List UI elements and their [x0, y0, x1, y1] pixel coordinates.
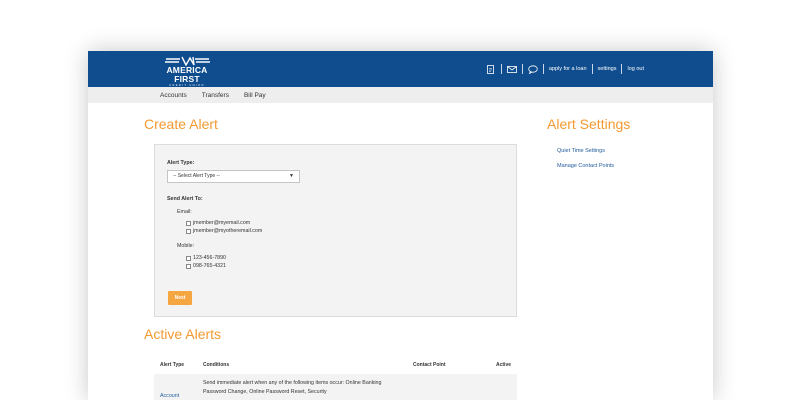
alert-settings-title: Alert Settings: [547, 116, 631, 132]
nav-accounts[interactable]: Accounts: [160, 92, 187, 99]
alert-conditions: Send immediate alert when any of the fol…: [203, 380, 382, 395]
column-header-contact-point: Contact Point: [413, 362, 446, 368]
alert-type-label: Alert Type:: [167, 160, 195, 166]
divider: [621, 64, 623, 74]
table-header: Alert Type Conditions Contact Point Acti…: [154, 359, 517, 371]
email-checkbox[interactable]: [186, 228, 191, 234]
email-checkbox[interactable]: [186, 220, 191, 226]
mobile-number: 098-765-4321: [193, 263, 226, 269]
nav-transfers[interactable]: Transfers: [202, 92, 229, 99]
logout-link[interactable]: log out: [627, 66, 644, 72]
divider: [500, 64, 502, 74]
mobile-checkbox[interactable]: [186, 255, 191, 261]
next-button[interactable]: Next: [168, 291, 192, 305]
quiet-time-settings-link[interactable]: Quiet Time Settings: [557, 144, 614, 159]
mobile-number: 123-456-7890: [193, 255, 226, 261]
mobile-label: Mobile:: [177, 243, 195, 249]
chat-icon[interactable]: [528, 64, 538, 74]
alert-settings-links: Quiet Time Settings Manage Contact Point…: [557, 144, 614, 174]
divider: [591, 64, 593, 74]
email-label: Email:: [177, 209, 192, 215]
column-header-active: Active: [496, 362, 512, 368]
create-alert-form: Alert Type: -- Select Alert Type -- ▼ Se…: [154, 144, 517, 317]
document-icon[interactable]: [486, 64, 496, 74]
column-header-alert-type: Alert Type: [160, 362, 185, 368]
mobile-option[interactable]: 123-456-7890: [186, 255, 226, 261]
caret-down-icon: ▼: [289, 173, 294, 179]
email-option[interactable]: jmember@myotheremail.com: [186, 228, 262, 234]
alert-type-select[interactable]: -- Select Alert Type -- ▼: [167, 170, 300, 183]
send-alert-to-label: Send Alert To:: [167, 196, 203, 202]
sub-nav: Accounts Transfers Bill Pay: [88, 87, 713, 103]
header-bar: AMERICA FIRST CREDIT UNION apply for a l…: [88, 51, 713, 87]
alert-type-link[interactable]: Account: [160, 393, 179, 399]
logo-brand: AMERICA FIRST: [166, 65, 208, 84]
create-alert-title: Create Alert: [144, 116, 218, 132]
top-nav: apply for a loan settings log out: [486, 63, 644, 75]
settings-link[interactable]: settings: [598, 66, 617, 72]
column-header-conditions: Conditions: [203, 362, 230, 368]
nav-bill-pay[interactable]: Bill Pay: [244, 92, 266, 99]
manage-contact-points-link[interactable]: Manage Contact Points: [557, 159, 614, 174]
mail-icon[interactable]: [507, 64, 517, 74]
email-option[interactable]: jmember@myemail.com: [186, 220, 250, 226]
logo[interactable]: AMERICA FIRST CREDIT UNION: [157, 56, 217, 87]
browser-frame: AMERICA FIRST CREDIT UNION apply for a l…: [88, 51, 713, 400]
mobile-checkbox[interactable]: [186, 263, 191, 269]
mobile-option[interactable]: 098-765-4321: [186, 263, 226, 269]
table-row: Account Send immediate alert when any of…: [154, 374, 517, 400]
logo-sub: CREDIT UNION: [169, 84, 205, 87]
alert-type-select-value: -- Select Alert Type --: [173, 173, 220, 179]
divider: [542, 64, 544, 74]
email-address: jmember@myemail.com: [193, 220, 251, 226]
divider: [521, 64, 523, 74]
email-address: jmember@myotheremail.com: [193, 228, 263, 234]
active-alerts-title: Active Alerts: [144, 326, 222, 342]
apply-loan-link[interactable]: apply for a loan: [549, 66, 587, 72]
